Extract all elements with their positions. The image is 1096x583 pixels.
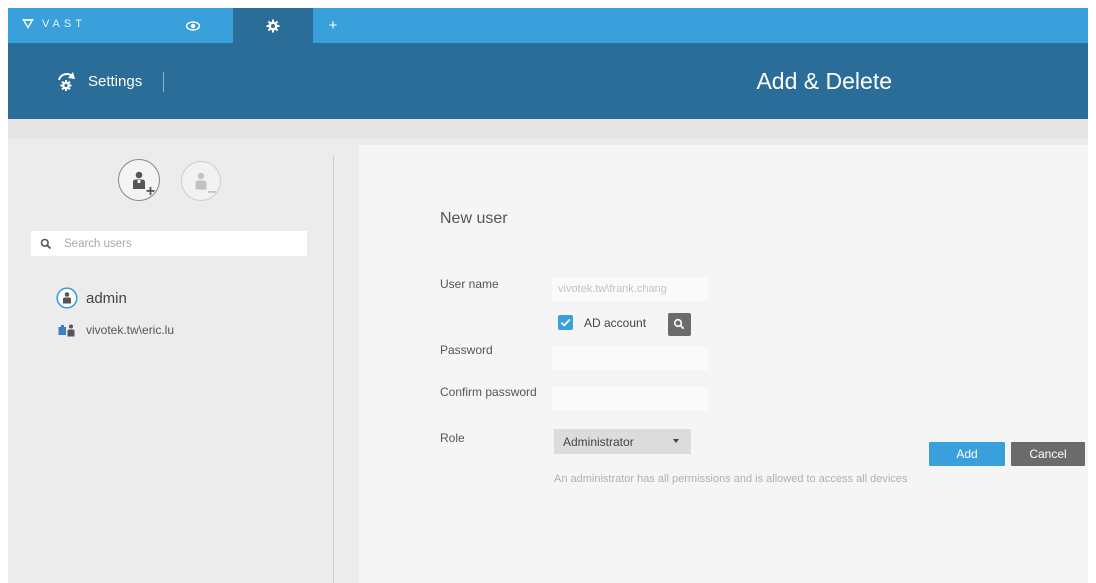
- search-icon: [673, 318, 685, 330]
- new-tab-button[interactable]: +: [318, 8, 348, 43]
- confirm-password-field[interactable]: [552, 387, 708, 411]
- add-user-button[interactable]: [118, 159, 160, 201]
- tab-settings[interactable]: [233, 8, 313, 43]
- role-description: An administrator has all permissions and…: [554, 473, 908, 485]
- header-divider: [163, 72, 164, 92]
- role-label: Role: [440, 431, 465, 445]
- add-button[interactable]: Add: [929, 442, 1005, 466]
- password-field[interactable]: [552, 346, 708, 370]
- app-window: VAST + Settings Add & Delete Search user…: [8, 8, 1088, 583]
- user-sidebar: admin vivotek.tw\eric.lu: [8, 139, 334, 583]
- gear-icon: [266, 19, 280, 32]
- checkmark-icon: [560, 318, 571, 327]
- add-user-icon: [133, 171, 155, 195]
- user-list-item-admin[interactable]: admin: [56, 287, 127, 309]
- user-name: vivotek.tw\eric.lu: [86, 323, 175, 337]
- user-name: admin: [86, 289, 127, 307]
- password-label: Password: [440, 343, 493, 357]
- new-user-form-panel: New user User name AD account Password C…: [359, 145, 1088, 583]
- subheader-strip: [8, 119, 1088, 139]
- user-list-item-ad[interactable]: vivotek.tw\eric.lu: [58, 323, 174, 337]
- ad-account-label: AD account: [584, 316, 647, 330]
- username-label: User name: [440, 277, 499, 291]
- page-title: Add & Delete: [756, 68, 892, 94]
- ad-user-icon: [58, 324, 75, 337]
- brand: VAST: [22, 12, 86, 36]
- page-header: Settings Add & Delete: [8, 43, 1088, 119]
- remove-user-icon: [195, 172, 216, 193]
- user-search: [31, 231, 307, 256]
- remove-user-button[interactable]: [181, 161, 221, 201]
- cancel-button[interactable]: Cancel: [1011, 442, 1085, 466]
- form-title: New user: [440, 210, 508, 227]
- sidebar-divider: [333, 155, 334, 583]
- user-circle-icon: [56, 287, 78, 309]
- tab-live-view[interactable]: [158, 8, 228, 43]
- dropdown-caret-icon: [673, 439, 679, 443]
- username-field[interactable]: [552, 277, 708, 301]
- role-dropdown[interactable]: Administrator: [554, 429, 691, 454]
- confirm-password-label: Confirm password: [440, 385, 537, 399]
- header-section-label: Settings: [88, 73, 143, 90]
- search-users-input[interactable]: [64, 237, 304, 250]
- role-selected-value: Administrator: [563, 434, 634, 449]
- vast-logo-icon: [22, 19, 34, 29]
- brand-name: VAST: [42, 18, 86, 30]
- ad-account-checkbox[interactable]: [558, 315, 573, 330]
- ad-search-button[interactable]: [668, 313, 691, 336]
- eye-icon: [186, 20, 200, 31]
- top-tab-bar: VAST +: [8, 8, 1088, 43]
- search-icon: [40, 238, 52, 249]
- settings-refresh-icon: [58, 72, 75, 91]
